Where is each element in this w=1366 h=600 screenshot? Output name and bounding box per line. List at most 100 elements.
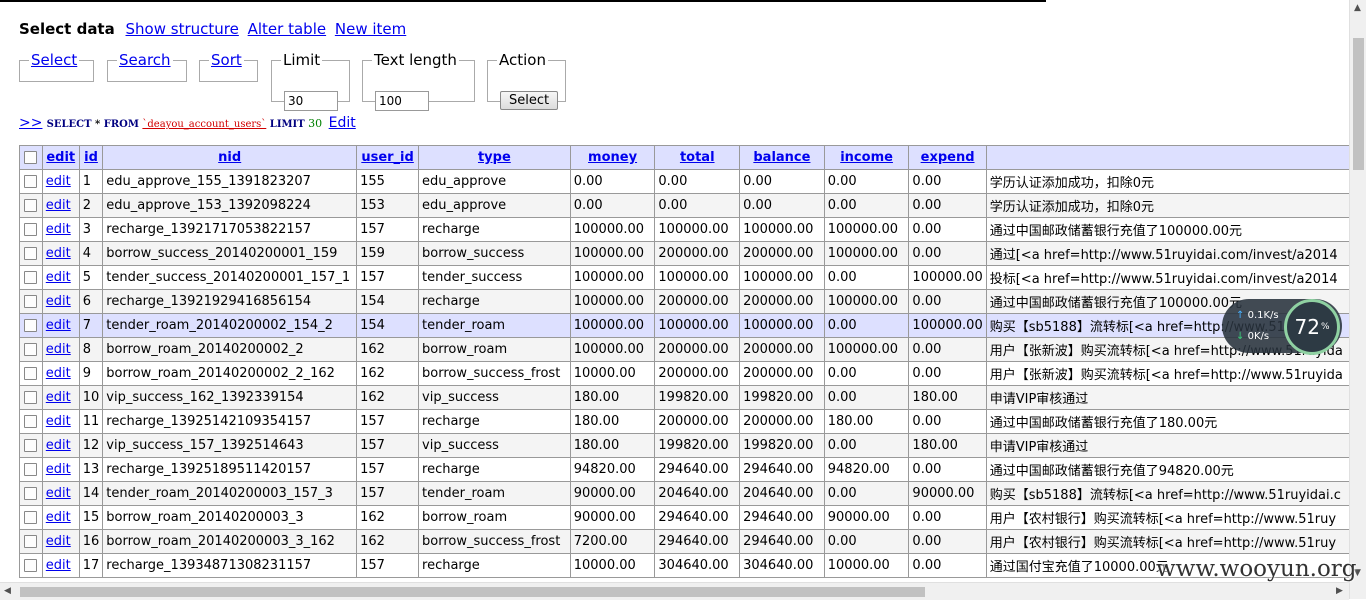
row-edit-link[interactable]: edit (46, 414, 71, 429)
row-checkbox-cell[interactable] (19, 505, 43, 530)
cell-income: 0.00 (823, 385, 910, 410)
sort-by-money-link[interactable]: money (588, 150, 637, 165)
row-checkbox[interactable] (24, 247, 38, 260)
sort-by-user-id-link[interactable]: user_id (361, 150, 413, 165)
text-length-input[interactable] (375, 91, 429, 111)
new-item-link[interactable]: New item (335, 20, 406, 38)
row-checkbox-cell[interactable] (19, 289, 43, 314)
row-edit-link[interactable]: edit (46, 174, 71, 189)
row-checkbox-cell[interactable] (19, 361, 43, 386)
cell-id: 13 (78, 457, 104, 482)
vertical-scrollbar[interactable]: ▲ ▼ (1349, 0, 1366, 599)
cell-nid: tender_success_20140200001_157_1 (102, 265, 358, 290)
row-edit-cell: edit (41, 169, 80, 194)
row-checkbox[interactable] (24, 559, 38, 572)
select-all-checkbox-cell[interactable] (19, 145, 43, 170)
sort-by-income-link[interactable]: income (840, 150, 893, 165)
vertical-scrollbar-thumb[interactable] (1353, 38, 1364, 170)
row-edit-link[interactable]: edit (46, 270, 71, 285)
row-checkbox[interactable] (24, 199, 38, 212)
cell-balance: 100000.00 (739, 217, 825, 242)
row-edit-link[interactable]: edit (46, 390, 71, 405)
show-structure-link[interactable]: Show structure (126, 20, 239, 38)
scroll-left-arrow-icon[interactable]: ◀ (4, 586, 11, 596)
sql-toggle-link[interactable]: >> (19, 115, 42, 131)
row-checkbox-cell[interactable] (19, 385, 43, 410)
row-checkbox[interactable] (24, 295, 38, 308)
sort-by-nid-link[interactable]: nid (218, 150, 241, 165)
row-edit-link[interactable]: edit (46, 342, 71, 357)
sql-table-name[interactable]: `deayou_account_users` (142, 119, 266, 130)
row-edit-link[interactable]: edit (46, 222, 71, 237)
edit-all-link[interactable]: edit (46, 150, 75, 165)
sort-by-type-link[interactable]: type (478, 150, 511, 165)
row-checkbox[interactable] (24, 343, 38, 356)
scroll-right-arrow-icon[interactable]: ▶ (1336, 586, 1343, 596)
row-checkbox-cell[interactable] (19, 217, 43, 242)
row-checkbox[interactable] (24, 463, 38, 476)
row-edit-link[interactable]: edit (46, 366, 71, 381)
row-checkbox[interactable] (24, 415, 38, 428)
column-header-id[interactable]: id (78, 145, 104, 170)
column-header-expend[interactable]: expend (908, 145, 987, 170)
row-edit-link[interactable]: edit (46, 246, 71, 261)
limit-input[interactable] (284, 91, 338, 111)
row-edit-link[interactable]: edit (46, 294, 71, 309)
search-link[interactable]: Search (119, 51, 171, 69)
sort-by-expend-link[interactable]: expend (921, 150, 975, 165)
row-checkbox-cell[interactable] (19, 241, 43, 266)
select-all-checkbox[interactable] (24, 151, 38, 164)
select-columns-link[interactable]: Select (31, 51, 77, 69)
alter-table-link[interactable]: Alter table (248, 20, 326, 38)
row-edit-link[interactable]: edit (46, 486, 71, 501)
row-edit-link[interactable]: edit (46, 534, 71, 549)
column-header-total[interactable]: total (654, 145, 741, 170)
column-header-user-id[interactable]: user_id (356, 145, 420, 170)
row-checkbox[interactable] (24, 535, 38, 548)
row-checkbox-cell[interactable] (19, 553, 43, 578)
row-checkbox[interactable] (24, 511, 38, 524)
row-checkbox[interactable] (24, 223, 38, 236)
row-checkbox[interactable] (24, 391, 38, 404)
sort-by-total-link[interactable]: total (680, 150, 715, 165)
column-header-income[interactable]: income (823, 145, 910, 170)
network-speed-widget[interactable]: ↑ 0.1K/s ↓ 0K/s 72% (1222, 299, 1342, 355)
row-checkbox-cell[interactable] (19, 265, 43, 290)
row-checkbox[interactable] (24, 319, 38, 332)
row-checkbox[interactable] (24, 175, 38, 188)
row-edit-link[interactable]: edit (46, 198, 71, 213)
column-header-type[interactable]: type (418, 145, 571, 170)
row-checkbox-cell[interactable] (19, 169, 43, 194)
row-checkbox-cell[interactable] (19, 457, 43, 482)
row-edit-link[interactable]: edit (46, 318, 71, 333)
select-action-button[interactable]: Select (500, 91, 559, 110)
row-checkbox-cell[interactable] (19, 313, 43, 338)
row-checkbox[interactable] (24, 439, 38, 452)
row-checkbox-cell[interactable] (19, 337, 43, 362)
row-edit-link[interactable]: edit (46, 462, 71, 477)
sort-link[interactable]: Sort (211, 51, 242, 69)
row-checkbox[interactable] (24, 271, 38, 284)
horizontal-scrollbar[interactable]: ◀ ▶ (0, 582, 1349, 600)
row-checkbox-cell[interactable] (19, 409, 43, 434)
sql-edit-link[interactable]: Edit (329, 115, 356, 131)
scroll-up-arrow-icon[interactable]: ▲ (1354, 3, 1361, 13)
cell-remark: 用户【张新波】购买流转标[<a href=http://www.51ruyida (985, 361, 1366, 386)
column-header-remark[interactable] (985, 145, 1366, 170)
row-checkbox-cell[interactable] (19, 193, 43, 218)
row-edit-link[interactable]: edit (46, 510, 71, 525)
row-checkbox-cell[interactable] (19, 529, 43, 554)
row-edit-cell: edit (41, 217, 80, 242)
row-edit-link[interactable]: edit (46, 558, 71, 573)
column-header-money[interactable]: money (569, 145, 656, 170)
row-checkbox-cell[interactable] (19, 433, 43, 458)
row-checkbox[interactable] (24, 487, 38, 500)
column-header-balance[interactable]: balance (739, 145, 825, 170)
sort-by-id-link[interactable]: id (84, 150, 98, 165)
row-checkbox-cell[interactable] (19, 481, 43, 506)
column-header-nid[interactable]: nid (102, 145, 358, 170)
horizontal-scrollbar-thumb[interactable] (20, 587, 925, 597)
row-edit-link[interactable]: edit (46, 438, 71, 453)
sort-by-balance-link[interactable]: balance (753, 150, 810, 165)
row-checkbox[interactable] (24, 367, 38, 380)
